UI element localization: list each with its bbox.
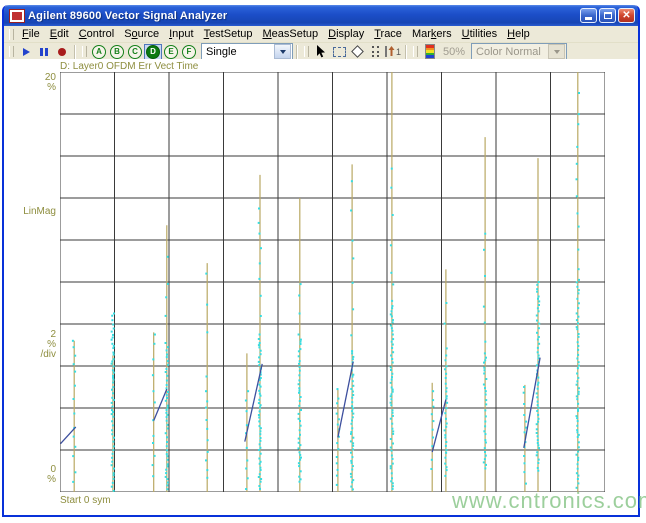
menubar-grip — [9, 28, 14, 40]
color-mode-value: Color Normal — [476, 45, 541, 58]
y-axis-per-div-text: /div — [40, 349, 56, 360]
sweep-mode-value: Single — [206, 45, 237, 58]
menu-edit[interactable]: Edit — [45, 27, 74, 41]
trace-button-d[interactable]: D — [144, 43, 162, 60]
watermark: www.cntronics.com — [452, 488, 646, 513]
color-mode-select[interactable]: Color Normal — [471, 43, 568, 60]
trace-button-a[interactable]: A — [90, 44, 108, 60]
toolbar-grip-2 — [82, 46, 87, 57]
toolbar-grip-4 — [413, 46, 419, 57]
toolbar-grip-3 — [304, 46, 309, 57]
y-axis-top-unit: % — [47, 82, 56, 93]
band-markers-icon — [371, 46, 379, 57]
trace-button-f[interactable]: F — [180, 44, 198, 60]
close-icon: ✕ — [622, 9, 631, 21]
toolbar-separator — [296, 44, 298, 59]
band-markers-button[interactable] — [366, 44, 384, 60]
colorbar-icon — [425, 44, 436, 59]
maximize-button[interactable] — [599, 8, 616, 23]
menu-trace[interactable]: Trace — [369, 27, 407, 41]
toolbar-separator — [74, 44, 76, 59]
app-icon — [9, 8, 25, 23]
trace-plot — [59, 71, 606, 493]
peak-search-button[interactable]: 1 — [384, 44, 402, 60]
minimize-icon — [585, 17, 592, 20]
toolbar-separator — [405, 44, 408, 59]
minimize-button[interactable] — [580, 8, 597, 23]
trace-button-e[interactable]: E — [162, 44, 180, 60]
plot-area[interactable] — [59, 71, 606, 493]
zoom-select-tool-button[interactable] — [330, 44, 348, 60]
menu-bar: File Edit Control Source Input TestSetup… — [4, 26, 638, 43]
toolbar: A B C D E F Single 1 50% Color Normal — [4, 43, 638, 60]
menu-file[interactable]: File — [17, 27, 45, 41]
menu-markers[interactable]: Markers — [407, 27, 457, 41]
record-icon — [58, 47, 66, 56]
app-window: Agilent 89600 Vector Signal Analyzer ✕ F… — [2, 5, 640, 517]
menu-input[interactable]: Input — [164, 27, 198, 41]
menu-source[interactable]: Source — [119, 27, 164, 41]
diamond-marker-icon — [350, 45, 364, 58]
menu-help[interactable]: Help — [502, 27, 535, 41]
pause-button[interactable] — [35, 44, 53, 60]
zoom-level-label: 50% — [443, 45, 466, 58]
sweep-mode-dropdown-button[interactable] — [274, 44, 291, 59]
trace-title: D: Layer0 OFDM Err Vect Time — [60, 61, 199, 72]
menu-control[interactable]: Control — [74, 27, 119, 41]
menu-display[interactable]: Display — [323, 27, 369, 41]
pause-icon — [40, 47, 48, 56]
color-scale-button[interactable] — [421, 44, 439, 60]
toolbar-grip-1 — [9, 46, 14, 57]
measurement-display: D: Layer0 OFDM Err Vect Time 20 % LinMag… — [4, 59, 638, 515]
title-bar[interactable]: Agilent 89600 Vector Signal Analyzer ✕ — [4, 5, 638, 26]
menu-meassetup[interactable]: MeasSetup — [257, 27, 323, 41]
pointer-icon — [316, 45, 326, 58]
menu-testsetup[interactable]: TestSetup — [199, 27, 258, 41]
color-mode-dropdown-button[interactable] — [548, 44, 566, 59]
trace-button-b[interactable]: B — [108, 44, 126, 60]
screen: { "window": { "title": "Agilent 89600 Ve… — [0, 0, 646, 523]
peak-marker-icon: 1 — [385, 46, 401, 57]
window-title: Agilent 89600 Vector Signal Analyzer — [28, 9, 228, 22]
trace-button-c[interactable]: C — [126, 44, 144, 60]
chevron-down-icon — [553, 49, 560, 54]
sweep-mode-select[interactable]: Single — [201, 43, 293, 60]
record-button[interactable] — [53, 44, 71, 60]
y-axis-bottom-unit: % — [47, 474, 56, 485]
x-axis-start-label: Start 0 sym — [60, 495, 111, 506]
close-button[interactable]: ✕ — [618, 8, 635, 23]
play-button[interactable] — [17, 44, 35, 60]
chevron-down-icon — [279, 49, 286, 54]
pointer-tool-button[interactable] — [312, 44, 330, 60]
menu-utilities[interactable]: Utilities — [457, 27, 502, 41]
play-icon — [22, 47, 30, 56]
maximize-icon — [603, 12, 612, 19]
marker-tool-button[interactable] — [348, 44, 366, 60]
selection-rect-icon — [332, 46, 346, 57]
y-axis-scale-type: LinMag — [23, 206, 56, 217]
